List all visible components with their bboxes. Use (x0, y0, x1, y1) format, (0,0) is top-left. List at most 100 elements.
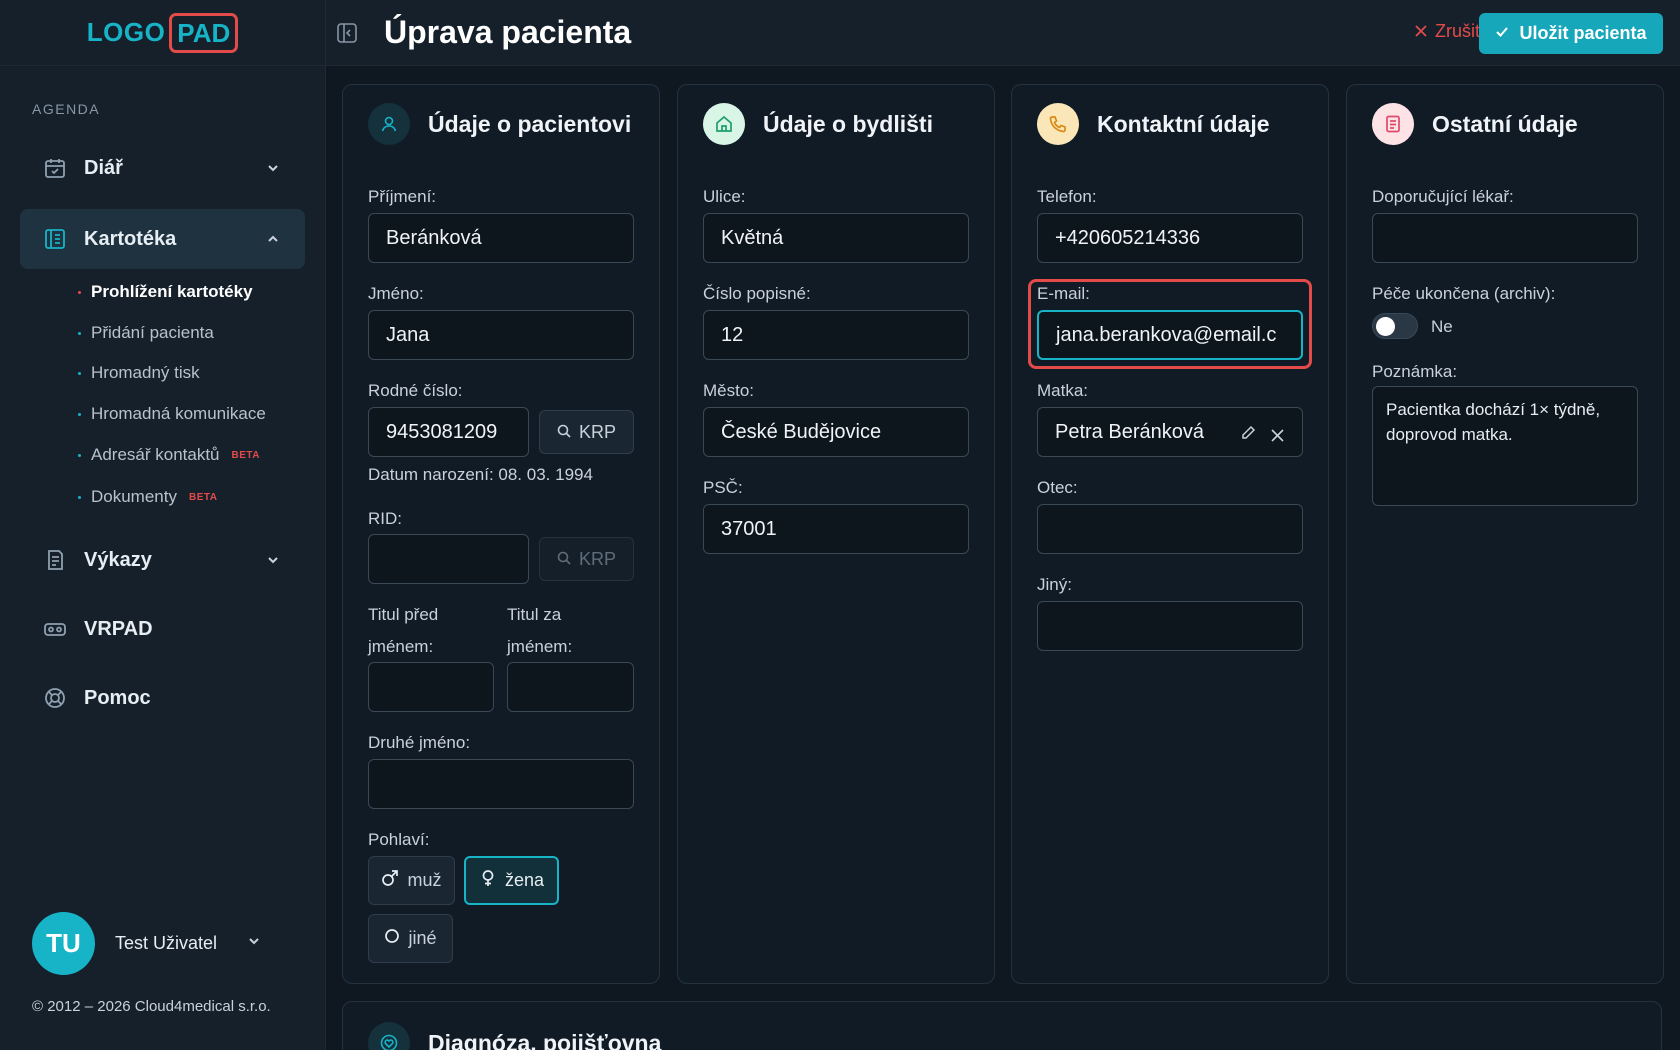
sidebar-item-kartoteka[interactable]: Kartotéka (20, 209, 305, 269)
title-after-field[interactable] (507, 662, 634, 712)
logo-text-right: PAD (169, 12, 239, 53)
card-title: Údaje o bydlišti (763, 110, 933, 137)
sidebar-collapse-icon[interactable] (336, 22, 358, 44)
card-title: Diagnóza, pojišťovna (428, 1029, 662, 1050)
card-header: Údaje o pacientovi (368, 103, 631, 145)
sidebar-item-label: VRPAD (84, 617, 153, 640)
sidebar-subitem-adresar[interactable]: Adresář kontaktů BETA (78, 445, 260, 465)
krp-label: KRP (578, 421, 616, 442)
subitem-label: Prohlížení kartotéky (91, 282, 253, 301)
city-field[interactable]: České Budějovice (703, 407, 969, 457)
gender-label: Pohlaví: (368, 830, 430, 849)
email-field[interactable]: jana.berankova@email.c (1037, 310, 1303, 360)
city-label: Město: (703, 381, 755, 400)
bullet (78, 331, 81, 335)
cancel-button[interactable]: Zrušit (1415, 21, 1480, 42)
sidebar-subitem-hromadna-komunikace[interactable]: Hromadná komunikace (78, 404, 266, 424)
sidebar-subitem-prohlizeni[interactable]: Prohlížení kartotéky (78, 282, 253, 302)
user-menu[interactable]: TU Test Uživatel (32, 912, 261, 975)
rid-field[interactable] (368, 534, 529, 584)
sidebar-subitem-pridani[interactable]: Přidání pacienta (78, 323, 214, 343)
name-label: Jméno: (368, 284, 424, 303)
gender-other-label: jiné (408, 928, 437, 948)
zip-label: PSČ: (703, 478, 743, 497)
chevron-down-icon (247, 934, 261, 953)
sidebar-item-pomoc[interactable]: Pomoc (20, 668, 305, 728)
subitem-label: Hromadná komunikace (91, 404, 266, 423)
close-icon (1415, 21, 1427, 42)
document-icon (1372, 103, 1414, 145)
chevron-down-icon (263, 550, 283, 570)
card-patient: Údaje o pacientovi Příjmení: Beránková J… (342, 84, 660, 984)
birth-date-text: Datum narození: 08. 03. 1994 (368, 465, 593, 484)
vr-headset-icon (42, 616, 68, 642)
sidebar-item-label: Kartotéka (84, 227, 177, 250)
doctor-field[interactable] (1372, 213, 1638, 263)
sidebar-subitem-dokumenty[interactable]: Dokumenty BETA (78, 487, 217, 507)
krp-rid-button[interactable]: KRP (539, 537, 634, 581)
house-number-field[interactable]: 12 (703, 310, 969, 360)
edit-icon[interactable] (1240, 424, 1256, 447)
sidebar-item-vrpad[interactable]: VRPAD (20, 599, 305, 659)
birth-number-label: Rodné číslo: (368, 381, 463, 400)
lifebuoy-icon (42, 685, 68, 711)
name-field[interactable]: Jana (368, 310, 634, 360)
phone-label: Telefon: (1037, 187, 1097, 206)
logo-text-left: LOGO (86, 17, 166, 47)
sidebar-item-vykazy[interactable]: Výkazy (20, 530, 305, 590)
clear-icon[interactable] (1271, 425, 1284, 448)
card-contact: Kontaktní údaje Telefon: +420605214336 E… (1011, 84, 1329, 984)
phone-field[interactable]: +420605214336 (1037, 213, 1303, 263)
beta-badge: BETA (231, 449, 260, 461)
sidebar-subitem-hromadny-tisk[interactable]: Hromadný tisk (78, 363, 200, 383)
gender-female-label: žena (504, 870, 545, 890)
father-field[interactable] (1037, 504, 1303, 554)
doctor-label: Doporučující lékař: (1372, 187, 1514, 206)
search-icon (557, 422, 571, 443)
archive-toggle[interactable] (1372, 313, 1418, 339)
gender-female-button[interactable]: žena (464, 856, 559, 905)
section-label-agenda: AGENDA (32, 101, 101, 117)
sidebar: LOGO PAD AGENDA Diář Kartotéka Prohlížen… (0, 0, 326, 1050)
gender-other-button[interactable]: jiné (368, 914, 453, 963)
street-field[interactable]: Květná (703, 213, 969, 263)
subitem-label: Hromadný tisk (91, 363, 200, 382)
avatar: TU (32, 912, 95, 975)
subitem-label: Dokumenty (91, 487, 177, 506)
street-label: Ulice: (703, 187, 746, 206)
female-icon (479, 869, 497, 892)
sidebar-item-diar[interactable]: Diář (20, 138, 305, 198)
birth-number-field[interactable]: 9453081209 (368, 407, 529, 457)
copyright: © 2012 – 2026 Cloud4medical s.r.o. (32, 998, 271, 1015)
surname-label: Příjmení: (368, 187, 437, 206)
male-icon (381, 869, 399, 892)
archive-value: Ne (1431, 317, 1453, 336)
title-after-label-1: Titul za (507, 605, 562, 624)
note-label: Poznámka: (1372, 362, 1458, 381)
calendar-icon (42, 155, 68, 181)
second-name-label: Druhé jméno: (368, 733, 471, 752)
krp-lookup-button[interactable]: KRP (539, 410, 634, 454)
gender-male-button[interactable]: muž (368, 856, 455, 905)
card-residence: Údaje o bydlišti Ulice: Květná Číslo pop… (677, 84, 995, 984)
second-name-field[interactable] (368, 759, 634, 809)
save-button[interactable]: Uložit pacienta (1479, 13, 1663, 54)
title-before-field[interactable] (368, 662, 494, 712)
bullet (78, 290, 81, 294)
card-title: Údaje o pacientovi (428, 110, 632, 137)
card-diagnosis: Diagnóza, pojišťovna (342, 1001, 1662, 1050)
krp-label: KRP (578, 548, 616, 569)
title-before-label-2: jménem: (368, 637, 434, 656)
toggle-knob (1376, 317, 1395, 336)
logo[interactable]: LOGO PAD (0, 0, 325, 66)
subitem-label: Adresář kontaktů (91, 445, 220, 464)
subitem-label: Přidání pacienta (91, 323, 214, 342)
mother-field[interactable]: Petra Beránková (1037, 407, 1303, 457)
zip-field[interactable]: 37001 (703, 504, 969, 554)
note-textarea[interactable]: Pacientka dochází 1× týdně, doprovod mat… (1372, 386, 1638, 506)
surname-field[interactable]: Beránková (368, 213, 634, 263)
other-contact-field[interactable] (1037, 601, 1303, 651)
email-label: E-mail: (1037, 284, 1090, 303)
chevron-down-icon (263, 158, 283, 178)
circle-icon (384, 928, 400, 949)
